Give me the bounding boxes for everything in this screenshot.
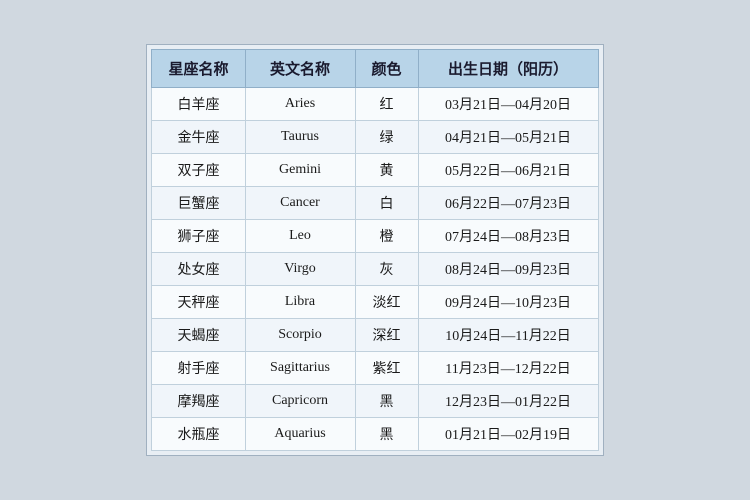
table-row: 天秤座Libra淡红09月24日—10月23日 xyxy=(152,286,598,319)
cell-chinese: 处女座 xyxy=(152,253,245,286)
cell-color: 黄 xyxy=(355,154,418,187)
cell-english: Leo xyxy=(245,220,355,253)
cell-chinese: 白羊座 xyxy=(152,88,245,121)
zodiac-table-container: 星座名称 英文名称 颜色 出生日期（阳历） 白羊座Aries红03月21日—04… xyxy=(146,44,603,456)
cell-date: 10月24日—11月22日 xyxy=(418,319,598,352)
cell-chinese: 狮子座 xyxy=(152,220,245,253)
cell-date: 03月21日—04月20日 xyxy=(418,88,598,121)
cell-color: 绿 xyxy=(355,121,418,154)
table-row: 金牛座Taurus绿04月21日—05月21日 xyxy=(152,121,598,154)
cell-date: 01月21日—02月19日 xyxy=(418,418,598,451)
cell-color: 红 xyxy=(355,88,418,121)
cell-date: 06月22日—07月23日 xyxy=(418,187,598,220)
cell-english: Virgo xyxy=(245,253,355,286)
cell-color: 黑 xyxy=(355,385,418,418)
cell-chinese: 摩羯座 xyxy=(152,385,245,418)
cell-date: 12月23日—01月22日 xyxy=(418,385,598,418)
cell-color: 紫红 xyxy=(355,352,418,385)
cell-color: 灰 xyxy=(355,253,418,286)
cell-chinese: 射手座 xyxy=(152,352,245,385)
header-chinese: 星座名称 xyxy=(152,50,245,88)
cell-chinese: 巨蟹座 xyxy=(152,187,245,220)
table-row: 巨蟹座Cancer白06月22日—07月23日 xyxy=(152,187,598,220)
table-row: 双子座Gemini黄05月22日—06月21日 xyxy=(152,154,598,187)
cell-chinese: 金牛座 xyxy=(152,121,245,154)
header-english: 英文名称 xyxy=(245,50,355,88)
cell-date: 04月21日—05月21日 xyxy=(418,121,598,154)
cell-color: 黑 xyxy=(355,418,418,451)
cell-english: Sagittarius xyxy=(245,352,355,385)
cell-date: 11月23日—12月22日 xyxy=(418,352,598,385)
cell-date: 07月24日—08月23日 xyxy=(418,220,598,253)
cell-color: 深红 xyxy=(355,319,418,352)
cell-chinese: 水瓶座 xyxy=(152,418,245,451)
table-row: 摩羯座Capricorn黑12月23日—01月22日 xyxy=(152,385,598,418)
cell-date: 08月24日—09月23日 xyxy=(418,253,598,286)
cell-english: Scorpio xyxy=(245,319,355,352)
table-row: 天蝎座Scorpio深红10月24日—11月22日 xyxy=(152,319,598,352)
cell-color: 橙 xyxy=(355,220,418,253)
table-header-row: 星座名称 英文名称 颜色 出生日期（阳历） xyxy=(152,50,598,88)
cell-color: 淡红 xyxy=(355,286,418,319)
cell-color: 白 xyxy=(355,187,418,220)
cell-date: 05月22日—06月21日 xyxy=(418,154,598,187)
cell-english: Libra xyxy=(245,286,355,319)
cell-english: Aquarius xyxy=(245,418,355,451)
zodiac-table: 星座名称 英文名称 颜色 出生日期（阳历） 白羊座Aries红03月21日—04… xyxy=(151,49,598,451)
cell-english: Taurus xyxy=(245,121,355,154)
cell-chinese: 双子座 xyxy=(152,154,245,187)
table-row: 水瓶座Aquarius黑01月21日—02月19日 xyxy=(152,418,598,451)
cell-english: Capricorn xyxy=(245,385,355,418)
cell-chinese: 天秤座 xyxy=(152,286,245,319)
cell-english: Gemini xyxy=(245,154,355,187)
cell-english: Cancer xyxy=(245,187,355,220)
table-row: 白羊座Aries红03月21日—04月20日 xyxy=(152,88,598,121)
cell-chinese: 天蝎座 xyxy=(152,319,245,352)
header-date: 出生日期（阳历） xyxy=(418,50,598,88)
cell-date: 09月24日—10月23日 xyxy=(418,286,598,319)
cell-english: Aries xyxy=(245,88,355,121)
table-row: 处女座Virgo灰08月24日—09月23日 xyxy=(152,253,598,286)
table-row: 射手座Sagittarius紫红11月23日—12月22日 xyxy=(152,352,598,385)
header-color: 颜色 xyxy=(355,50,418,88)
table-row: 狮子座Leo橙07月24日—08月23日 xyxy=(152,220,598,253)
table-body: 白羊座Aries红03月21日—04月20日金牛座Taurus绿04月21日—0… xyxy=(152,88,598,451)
